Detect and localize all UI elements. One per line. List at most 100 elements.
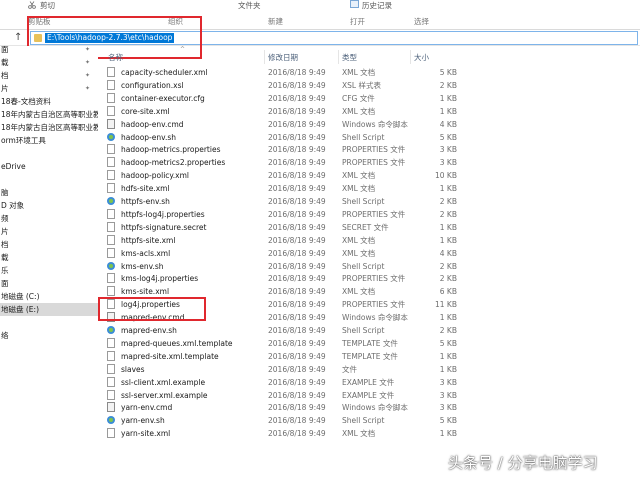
file-date: 2016/8/18 9:49 [268, 119, 326, 129]
file-row[interactable]: hadoop-metrics.properties 2016/8/18 9:49 P… [100, 143, 540, 156]
nav-item[interactable]: 面 ✦ [0, 46, 98, 56]
file-row[interactable]: ssl-client.xml.example 2016/8/18 9:49 EXAM… [100, 376, 540, 389]
file-date: 2016/8/18 9:49 [268, 429, 326, 439]
nav-item[interactable]: 片 [0, 225, 98, 238]
file-date: 2016/8/18 9:49 [268, 197, 326, 206]
file-icon [107, 286, 115, 297]
file-row[interactable]: httpfs-site.xml 2016/8/18 9:49 XML 文档 1 KB [100, 234, 540, 247]
nav-item[interactable]: 频 [0, 212, 98, 225]
pin-icon[interactable]: ✦ [85, 72, 91, 79]
nav-item[interactable]: 地磁盘 (E:) [0, 303, 98, 316]
nav-item[interactable]: 脑 [0, 186, 98, 199]
file-row[interactable]: container-executor.cfg 2016/8/18 9:49 CFG … [100, 92, 540, 105]
file-row[interactable]: kms-acls.xml 2016/8/18 9:49 XML 文档 4 KB [100, 247, 540, 260]
file-name: hdfs-site.xml [121, 184, 170, 194]
nav-item-label: 地磁盘 (C:) [1, 292, 40, 301]
nav-item-label: eDrive [1, 162, 26, 171]
file-row[interactable]: yarn-env.sh 2016/8/18 9:49 Shell Script 5 K… [100, 414, 540, 427]
navigation-pane: 速访问面✦载✦档✦片✦18春-文档资料18年内蒙古自治区高等职业教18年内蒙古自… [0, 46, 98, 480]
file-date: 2016/8/18 9:49 [268, 287, 326, 297]
file-row[interactable]: kms-log4j.properties 2016/8/18 9:49 PROPER… [100, 272, 540, 285]
nav-item[interactable]: 18春-文档资料 [0, 95, 98, 108]
nav-item[interactable]: 地磁盘 (C:) [0, 290, 98, 303]
file-size: 2 KB [439, 274, 457, 284]
nav-item[interactable]: D 对象 [0, 199, 98, 212]
file-size: 3 KB [439, 390, 457, 400]
file-size: 5 KB [439, 338, 457, 348]
nav-item[interactable]: 18年内蒙古自治区高等职业教 [0, 108, 98, 121]
nav-item[interactable]: eDrive [0, 160, 98, 173]
file-row[interactable]: hdfs-site.xml 2016/8/18 9:49 XML 文档 1 KB [100, 182, 540, 195]
shell-script-icon [107, 261, 115, 271]
file-row[interactable]: httpfs-log4j.properties 2016/8/18 9:49 PRO… [100, 208, 540, 221]
up-arrow-icon[interactable]: ↑ [14, 32, 24, 44]
file-row[interactable]: hadoop-metrics2.properties 2016/8/18 9:49… [100, 156, 540, 169]
column-divider[interactable] [264, 50, 265, 64]
file-name: hadoop-env.sh [121, 132, 177, 142]
nav-item[interactable]: 18年内蒙古自治区高等职业教 [0, 121, 98, 134]
file-type: PROPERTIES 文件 [342, 158, 406, 168]
file-row[interactable]: kms-env.sh 2016/8/18 9:49 Shell Script 2 KB [100, 260, 540, 273]
file-row[interactable]: httpfs-signature.secret 2016/8/18 9:49 SEC… [100, 221, 540, 234]
nav-item[interactable]: 档 [0, 238, 98, 251]
file-row[interactable]: mapred-site.xml.template 2016/8/18 9:49 TE… [100, 350, 540, 363]
file-size: 1 KB [439, 184, 457, 194]
file-row[interactable]: core-site.xml 2016/8/18 9:49 XML 文档 1 KB [100, 105, 540, 118]
nav-item[interactable]: 面 [0, 277, 98, 290]
nav-item[interactable]: orm环境工具 [0, 134, 98, 147]
file-icon [107, 247, 115, 258]
file-row[interactable]: httpfs-env.sh 2016/8/18 9:49 Shell Script 2… [100, 195, 540, 208]
nav-item[interactable]: 乐 [0, 264, 98, 277]
column-header-date[interactable]: 修改日期 [268, 52, 298, 64]
column-header-type[interactable]: 类型 [342, 52, 357, 64]
file-row[interactable]: hadoop-env.cmd 2016/8/18 9:49 Windows 命令脚本… [100, 118, 540, 131]
nav-item-label: 面 [1, 46, 9, 54]
file-date: 2016/8/18 9:49 [268, 403, 326, 413]
nav-item[interactable] [0, 147, 98, 160]
file-name: kms-acls.xml [121, 248, 171, 258]
history-icon[interactable] [350, 0, 359, 8]
file-type: Shell Script [342, 132, 385, 142]
column-header-size[interactable]: 大小 [414, 52, 429, 64]
file-size: 6 KB [439, 287, 457, 297]
nav-item[interactable] [0, 316, 98, 329]
file-row[interactable]: capacity-scheduler.xml 2016/8/18 9:49 XML … [100, 66, 540, 79]
file-date: 2016/8/18 9:49 [268, 248, 326, 258]
column-divider[interactable] [410, 50, 411, 64]
file-name: yarn-env.sh [121, 416, 165, 426]
file-type: XML 文档 [342, 429, 376, 439]
history-button[interactable]: 历史记录 [362, 0, 392, 11]
nav-item[interactable]: 络 [0, 329, 98, 342]
file-icon [107, 428, 115, 439]
column-header-name[interactable]: 名称 [108, 52, 123, 64]
file-row[interactable]: hadoop-env.sh 2016/8/18 9:49 Shell Script 5… [100, 131, 540, 144]
cut-button[interactable]: 剪切 [40, 0, 55, 11]
file-row[interactable]: hadoop-policy.xml 2016/8/18 9:49 XML 文档 10 … [100, 169, 540, 182]
file-name: hadoop-metrics.properties [121, 145, 221, 155]
folder-menu-item[interactable]: 文件夹 [238, 0, 261, 11]
nav-item[interactable]: 片 ✦ [0, 82, 98, 95]
file-row[interactable]: yarn-site.xml 2016/8/18 9:49 XML 文档 1 KB [100, 427, 540, 440]
file-row[interactable]: mapred-queues.xml.template 2016/8/18 9:49… [100, 337, 540, 350]
nav-item[interactable]: 载 [0, 251, 98, 264]
nav-item[interactable] [0, 173, 98, 186]
file-icon [107, 92, 115, 103]
file-row[interactable]: configuration.xsl 2016/8/18 9:49 XSL 样式表 2 … [100, 79, 540, 92]
file-row[interactable]: yarn-env.cmd 2016/8/18 9:49 Windows 命令脚本 3 … [100, 401, 540, 414]
file-row[interactable]: ssl-server.xml.example 2016/8/18 9:49 EXAM… [100, 389, 540, 402]
scissors-icon[interactable] [28, 1, 36, 9]
file-type: PROPERTIES 文件 [342, 209, 406, 219]
nav-item[interactable]: 载 ✦ [0, 56, 98, 69]
pin-icon[interactable]: ✦ [85, 46, 91, 53]
file-icon [107, 208, 115, 219]
file-size: 5 KB [439, 132, 457, 142]
nav-item[interactable]: 档 ✦ [0, 69, 98, 82]
pin-icon[interactable]: ✦ [85, 59, 91, 66]
file-name: ssl-server.xml.example [121, 390, 208, 400]
column-divider[interactable] [338, 50, 339, 64]
file-row[interactable]: mapred-env.sh 2016/8/18 9:49 Shell Script 2… [100, 324, 540, 337]
pin-icon[interactable]: ✦ [85, 85, 91, 92]
nav-item-label: 乐 [1, 266, 9, 275]
file-row[interactable]: slaves 2016/8/18 9:49 文件 1 KB [100, 363, 540, 376]
file-type: Shell Script [342, 197, 385, 206]
